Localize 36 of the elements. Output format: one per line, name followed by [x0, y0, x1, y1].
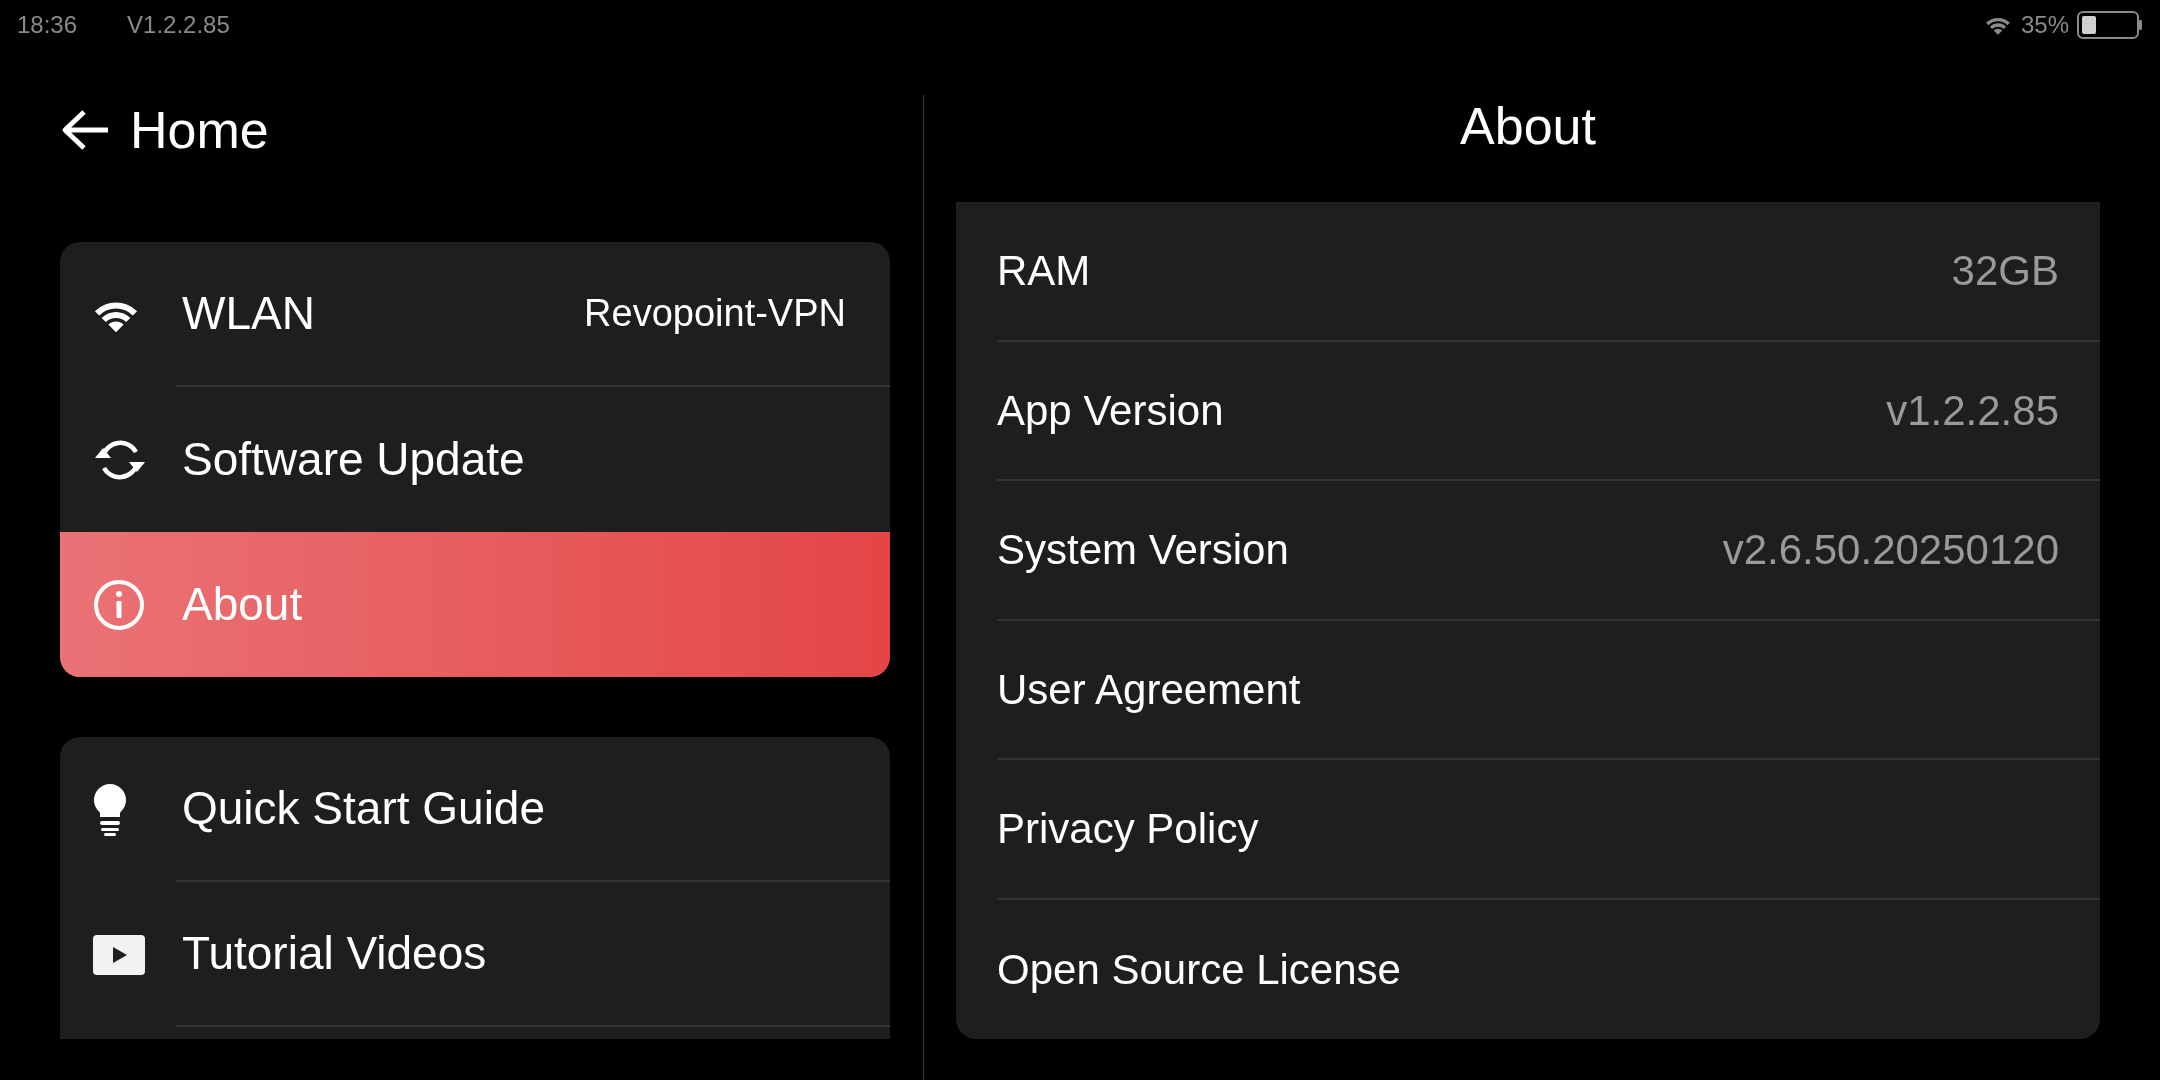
page-title: About — [1459, 96, 1597, 157]
about-row[interactable]: Privacy Policy — [997, 760, 2100, 900]
menu-item[interactable]: Tutorial Videos — [60, 882, 890, 1027]
about-row-label: Open Source License — [997, 944, 1401, 995]
about-row-value: v1.2.2.85 — [1886, 385, 2059, 436]
about-row[interactable]: RAM 32GB — [997, 202, 2100, 342]
about-row-label: System Version — [997, 525, 1289, 576]
menu-item-label: Tutorial Videos — [182, 926, 488, 981]
about-row-label: App Version — [997, 385, 1224, 436]
battery-percent: 35% — [2020, 10, 2069, 40]
info-icon — [93, 578, 145, 631]
about-row-value: v2.6.50.20250120 — [1722, 525, 2059, 576]
about-row[interactable]: App Version v1.2.2.85 — [997, 341, 2100, 481]
back-arrow-icon — [60, 109, 110, 151]
menu-item-label: WLAN — [182, 286, 316, 341]
wifi-network-name: Revopoint-VPN — [584, 291, 846, 336]
about-row-label: RAM — [997, 246, 1091, 297]
about-row[interactable]: System Version v2.6.50.20250120 — [997, 481, 2100, 621]
light-bulb-icon — [93, 782, 127, 837]
menu-item[interactable]: Software Update — [60, 387, 890, 532]
play-video-icon — [93, 934, 145, 975]
back-button[interactable]: Home — [60, 50, 890, 242]
about-row-value: 32GB — [1951, 246, 2059, 297]
menu-item-label: Quick Start Guide — [182, 781, 547, 836]
menu-item[interactable]: WLAN Revopoint-VPN — [60, 242, 890, 387]
about-row-label: Privacy Policy — [997, 804, 1259, 855]
about-row-label: User Agreement — [997, 664, 1301, 715]
status-time: 18:36 — [17, 10, 78, 40]
battery-icon — [2077, 11, 2143, 39]
about-row[interactable]: Open Source License — [997, 899, 2100, 1039]
about-row[interactable]: User Agreement — [997, 620, 2100, 760]
status-version: V1.2.2.85 — [127, 10, 230, 40]
menu-item-label: Software Update — [182, 432, 526, 487]
wifi-icon — [1984, 15, 2011, 35]
menu-item[interactable]: Quick Start Guide — [60, 737, 890, 882]
menu-item-label: About — [182, 577, 304, 632]
